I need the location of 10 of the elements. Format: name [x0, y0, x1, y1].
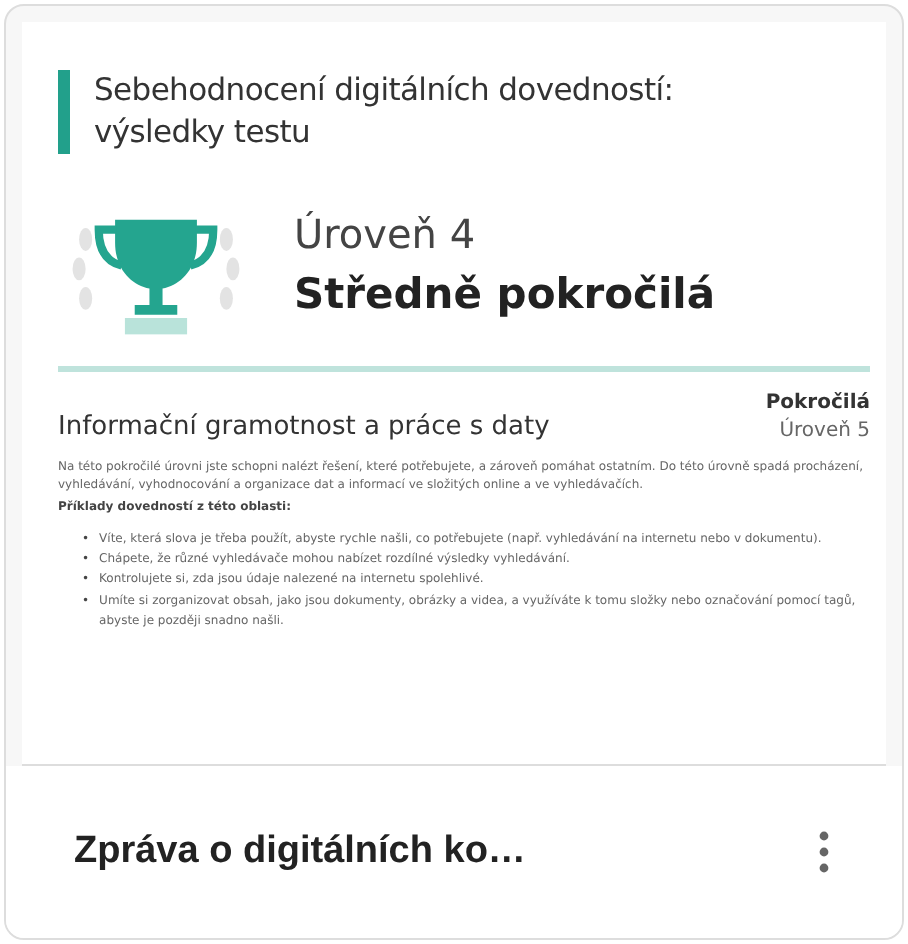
file-card[interactable]	[4, 4, 904, 940]
section-level-label: Úroveň 5	[777, 419, 870, 442]
level-name: Středně pokročilá	[294, 269, 716, 318]
section-level-name: Pokročilá	[765, 391, 870, 414]
accent-bar	[58, 70, 70, 154]
level-label: Úroveň 4	[294, 209, 478, 258]
document-heading: Sebehodnocení digitálních dovedností: výsledky testu	[94, 70, 676, 154]
section-title: Informační gramotnost a práce s daty	[58, 411, 550, 442]
more-options-icon[interactable]	[818, 830, 830, 874]
file-title[interactable]: Zpráva o digitálních ko…	[74, 830, 526, 874]
